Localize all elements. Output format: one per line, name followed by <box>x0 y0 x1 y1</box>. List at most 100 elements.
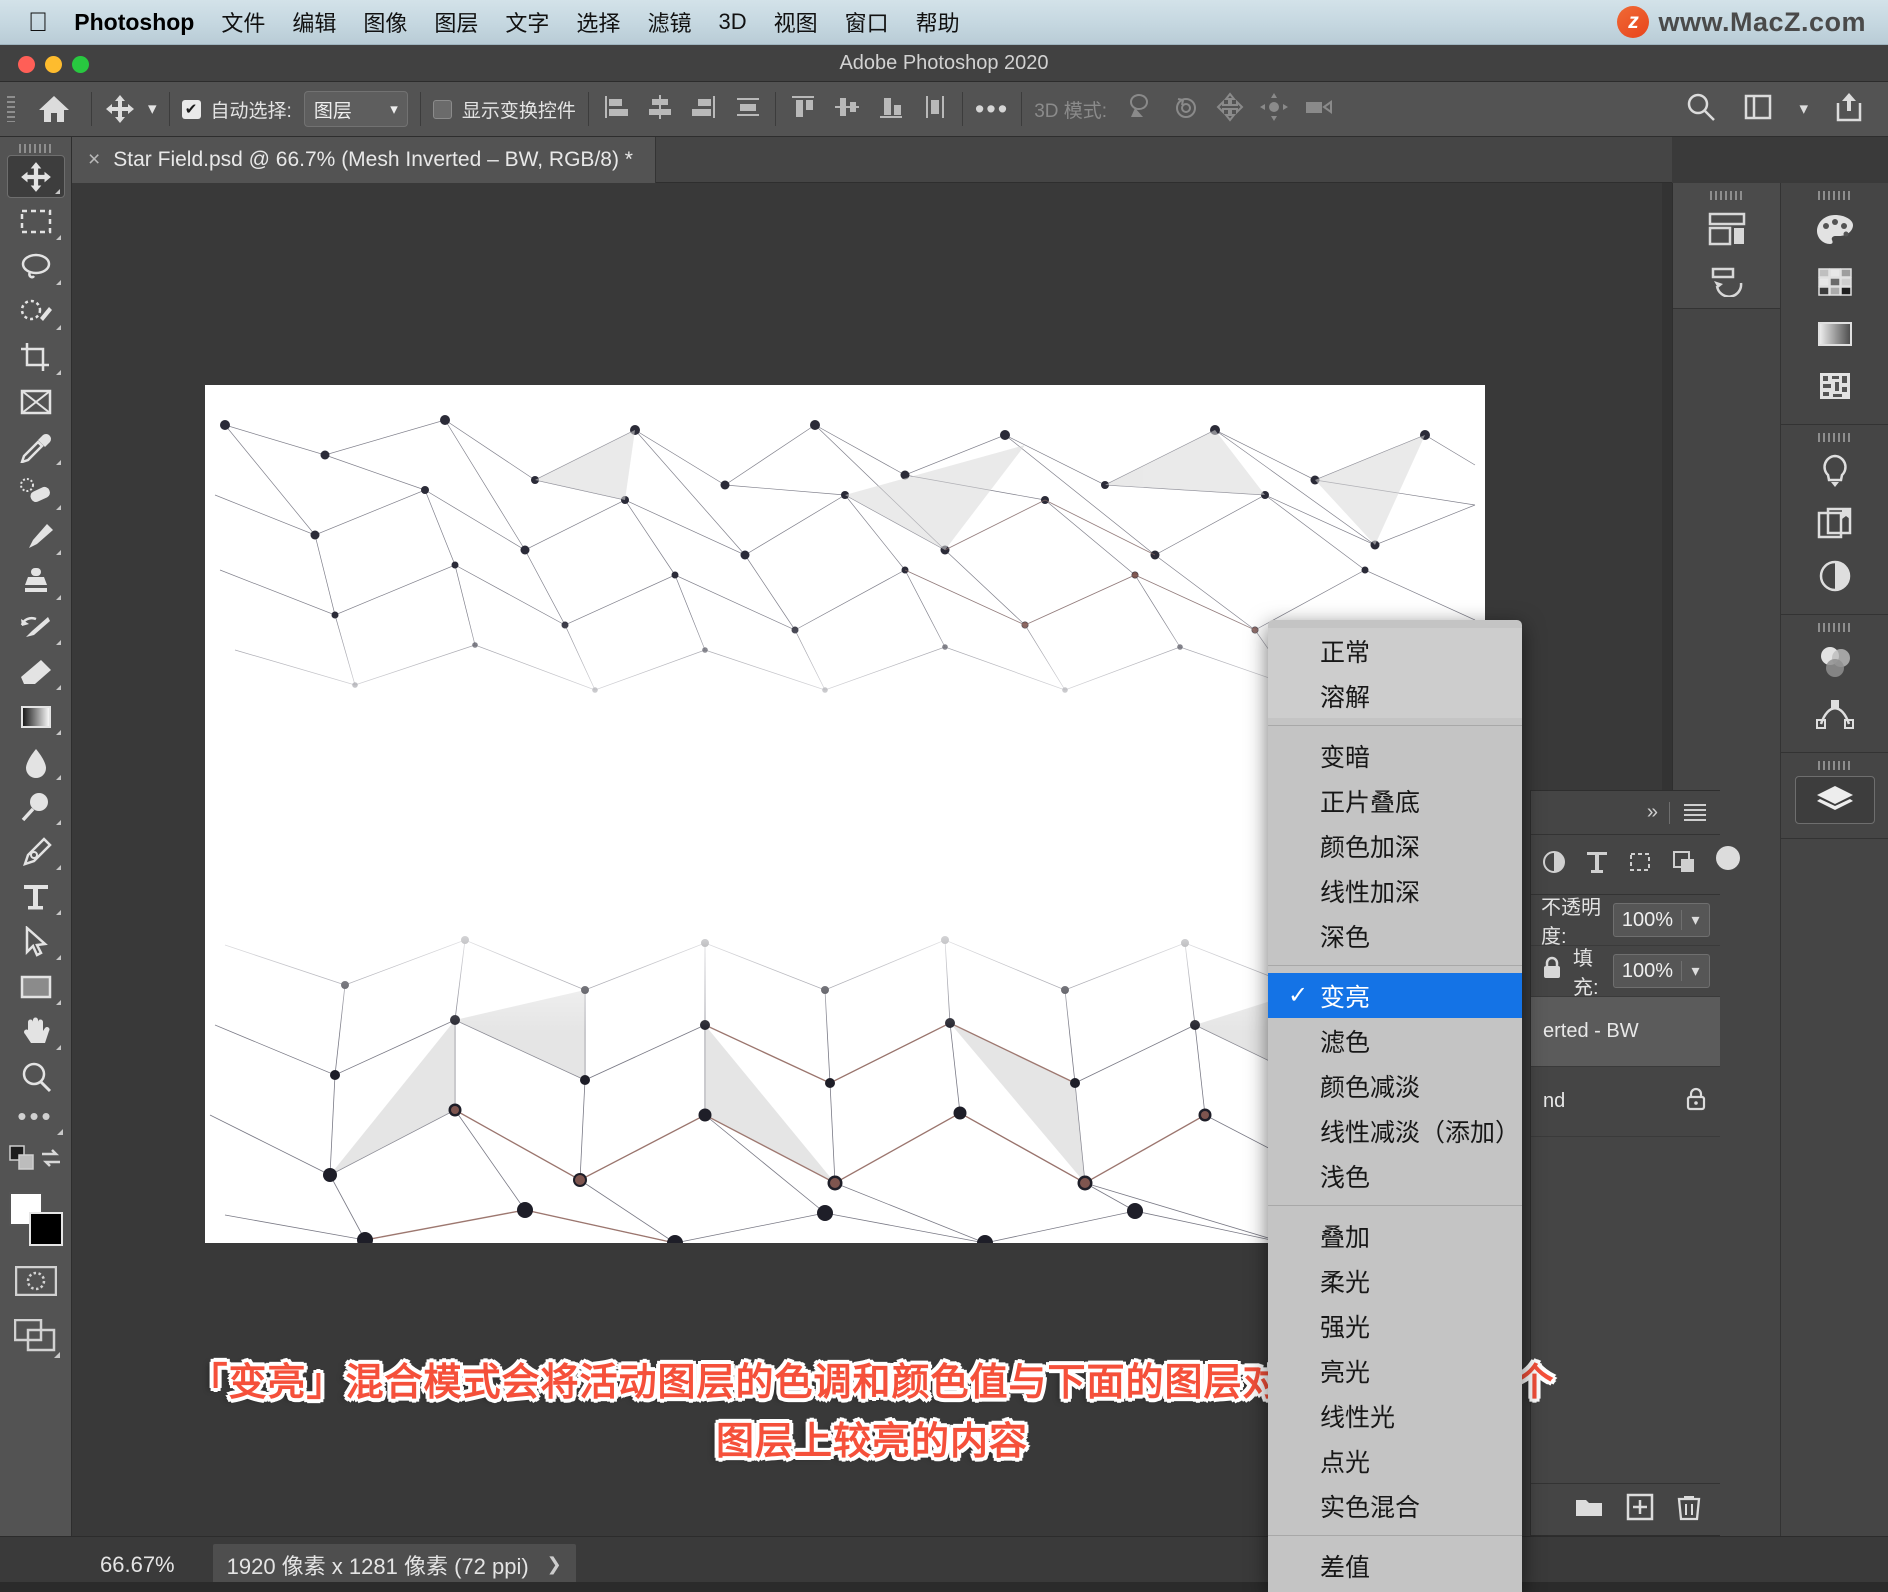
filter-shape-icon[interactable] <box>1627 849 1653 880</box>
clone-stamp-tool[interactable] <box>7 560 65 603</box>
quick-select-tool[interactable] <box>7 290 65 333</box>
auto-select-checkbox[interactable]: ✔ <box>182 100 201 119</box>
dock-grip[interactable] <box>1818 623 1852 632</box>
menubar-item-edit[interactable]: 编辑 <box>292 6 336 38</box>
menubar-item-3d[interactable]: 3D <box>718 9 746 35</box>
more-options-button[interactable]: ••• <box>975 101 1009 117</box>
menubar-item-file[interactable]: 文件 <box>221 6 265 38</box>
filter-adjustment-icon[interactable] <box>1541 849 1567 880</box>
blend-option-hard-mix[interactable]: 实色混合 <box>1268 1483 1522 1528</box>
tools-panel-grip[interactable] <box>19 144 53 153</box>
document-dimensions[interactable]: 1920 像素 x 1281 像素 (72 ppi) ❯ <box>213 1544 576 1586</box>
dock-grip[interactable] <box>1818 433 1852 442</box>
blend-option-lighten[interactable]: ✓变亮 <box>1268 973 1522 1018</box>
layer-item-background[interactable]: nd <box>1531 1067 1720 1137</box>
layer-item-mesh-inverted[interactable]: erted - BW <box>1531 997 1720 1067</box>
share-icon[interactable] <box>1834 91 1864 128</box>
history-icon[interactable] <box>1687 206 1767 253</box>
history-brush-tool[interactable] <box>7 605 65 648</box>
blend-option-color-dodge[interactable]: 颜色减淡 <box>1268 1063 1522 1108</box>
blend-mode-dropdown-menu[interactable]: 正常 溶解 变暗 正片叠底 颜色加深 线性加深 深色 ✓变亮 滤色 颜色减淡 线… <box>1268 620 1522 1592</box>
eraser-tool[interactable] <box>7 650 65 693</box>
blend-option-color-burn[interactable]: 颜色加深 <box>1268 823 1522 868</box>
distribute-vertical-icon[interactable] <box>920 92 950 127</box>
lasso-tool[interactable] <box>7 245 65 288</box>
blend-option-normal[interactable]: 正常 <box>1268 628 1522 673</box>
home-icon[interactable] <box>37 93 71 125</box>
crop-tool[interactable] <box>7 335 65 378</box>
type-tool[interactable] <box>7 875 65 918</box>
color-palette-icon[interactable] <box>1795 206 1875 254</box>
healing-brush-tool[interactable] <box>7 470 65 513</box>
brush-tool[interactable] <box>7 515 65 558</box>
contrast-icon[interactable] <box>1795 552 1875 600</box>
gradient-tool[interactable] <box>7 695 65 738</box>
close-icon[interactable]: × <box>88 148 100 172</box>
rectangle-tool[interactable] <box>7 965 65 1008</box>
blend-option-exclusion[interactable]: 排除 <box>1268 1588 1522 1592</box>
blend-option-linear-dodge[interactable]: 线性减淡（添加） <box>1268 1108 1522 1153</box>
blend-option-vivid-light[interactable]: 亮光 <box>1268 1348 1522 1393</box>
blend-option-dissolve[interactable]: 溶解 <box>1268 673 1522 718</box>
blend-option-screen[interactable]: 滤色 <box>1268 1018 1522 1063</box>
blend-option-difference[interactable]: 差值 <box>1268 1543 1522 1588</box>
edit-toolbar-button[interactable]: ••• <box>17 1107 53 1125</box>
dock-grip[interactable] <box>1818 191 1852 200</box>
screen-mode-button[interactable] <box>14 1319 58 1358</box>
align-bottom-edges-icon[interactable] <box>876 92 906 127</box>
swap-colors-icon[interactable] <box>39 1146 63 1175</box>
libraries-icon[interactable] <box>1795 500 1875 548</box>
color-wheel-icon[interactable] <box>1795 638 1875 686</box>
zoom-tool[interactable] <box>7 1055 65 1098</box>
move-tool[interactable] <box>7 155 65 198</box>
dock-grip[interactable] <box>1818 761 1852 770</box>
swatches-icon[interactable] <box>1795 258 1875 306</box>
window-traffic-lights[interactable] <box>18 56 89 73</box>
apple-logo-icon[interactable]:  <box>28 9 48 36</box>
move-tool-icon[interactable] <box>104 93 136 125</box>
blend-option-soft-light[interactable]: 柔光 <box>1268 1258 1522 1303</box>
menubar-item-filter[interactable]: 滤镜 <box>647 6 691 38</box>
trash-icon[interactable] <box>1676 1492 1702 1527</box>
dock-grip[interactable] <box>1710 191 1744 200</box>
blend-option-hard-light[interactable]: 强光 <box>1268 1303 1522 1348</box>
menubar-item-select[interactable]: 选择 <box>576 6 620 38</box>
blend-option-pin-light[interactable]: 点光 <box>1268 1438 1522 1483</box>
default-colors-icon[interactable] <box>9 1145 35 1176</box>
auto-select-target-dropdown[interactable]: 图层 ▾ <box>304 91 408 127</box>
menubar-item-window[interactable]: 窗口 <box>845 6 889 38</box>
collapse-panel-icon[interactable]: » <box>1647 801 1655 824</box>
chevron-down-icon[interactable]: ▾ <box>1681 961 1709 981</box>
align-horizontal-centers-icon[interactable] <box>645 92 675 127</box>
menubar-item-image[interactable]: 图像 <box>363 6 407 38</box>
panel-menu-icon[interactable] <box>1684 804 1706 821</box>
workspace-icon[interactable] <box>1743 93 1773 126</box>
document-tab[interactable]: × Star Field.psd @ 66.7% (Mesh Inverted … <box>72 137 656 183</box>
blend-option-overlay[interactable]: 叠加 <box>1268 1213 1522 1258</box>
layers-stack-icon[interactable] <box>1795 776 1875 824</box>
marquee-tool[interactable] <box>7 200 65 243</box>
zoom-level[interactable]: 66.67% <box>100 1552 175 1578</box>
chevron-down-icon[interactable]: ▾ <box>1799 99 1808 119</box>
background-color-swatch[interactable] <box>29 1212 63 1246</box>
search-icon[interactable] <box>1685 91 1717 128</box>
distribute-horizontal-icon[interactable] <box>733 92 763 127</box>
path-selection-tool[interactable] <box>7 920 65 963</box>
hand-tool[interactable] <box>7 1010 65 1053</box>
blend-option-linear-burn[interactable]: 线性加深 <box>1268 868 1522 913</box>
chevron-right-icon[interactable]: ❯ <box>547 1554 562 1575</box>
close-window-button[interactable] <box>18 56 35 73</box>
menubar-item-help[interactable]: 帮助 <box>916 6 960 38</box>
patterns-icon[interactable] <box>1795 362 1875 410</box>
align-top-edges-icon[interactable] <box>788 92 818 127</box>
color-swatches[interactable] <box>9 1192 63 1246</box>
menubar-item-type[interactable]: 文字 <box>505 6 549 38</box>
show-transform-checkbox[interactable]: ✔ <box>433 100 452 119</box>
quick-mask-button[interactable] <box>15 1266 57 1301</box>
folder-icon[interactable] <box>1574 1494 1604 1525</box>
opacity-field[interactable]: 100% ▾ <box>1613 903 1710 937</box>
adjustments-bulb-icon[interactable] <box>1795 448 1875 496</box>
pen-tool[interactable] <box>7 830 65 873</box>
options-bar-grip[interactable] <box>7 96 15 122</box>
filter-smart-object-icon[interactable] <box>1671 849 1697 880</box>
